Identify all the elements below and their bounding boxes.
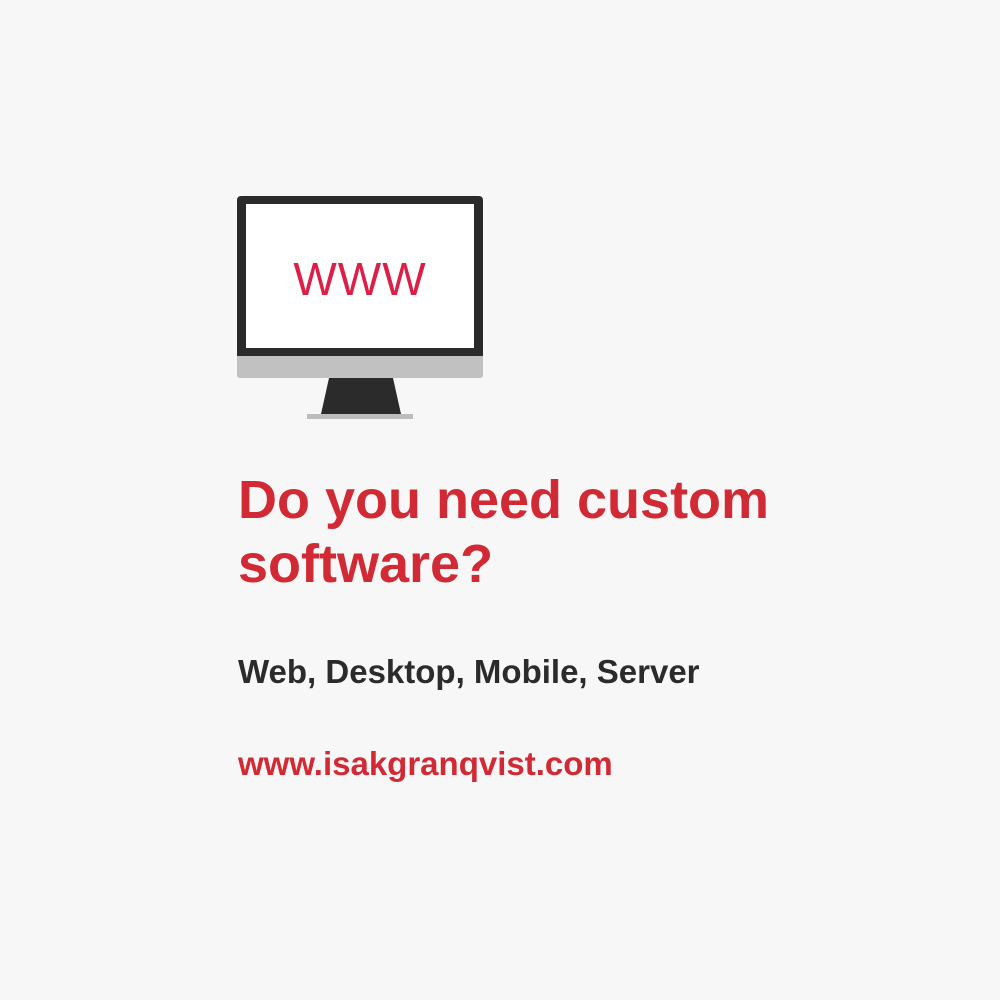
monitor-bezel: WWW — [237, 196, 483, 356]
ad-canvas: WWW Do you need custom software? Web, De… — [0, 0, 1000, 1000]
services-tagline: Web, Desktop, Mobile, Server — [238, 653, 700, 690]
monitor-base — [307, 414, 413, 419]
headline-line-2: software? — [238, 534, 494, 594]
monitor-screen: WWW — [246, 204, 474, 348]
monitor-chin — [237, 356, 483, 378]
headline: Do you need custom software? — [238, 468, 978, 596]
website-link[interactable]: www.isakgranqvist.com — [238, 742, 613, 786]
desktop-monitor-icon: WWW — [237, 196, 483, 422]
monitor-stand — [321, 378, 401, 414]
screen-www-text: WWW — [293, 253, 427, 305]
headline-line-1: Do you need custom — [238, 470, 770, 530]
